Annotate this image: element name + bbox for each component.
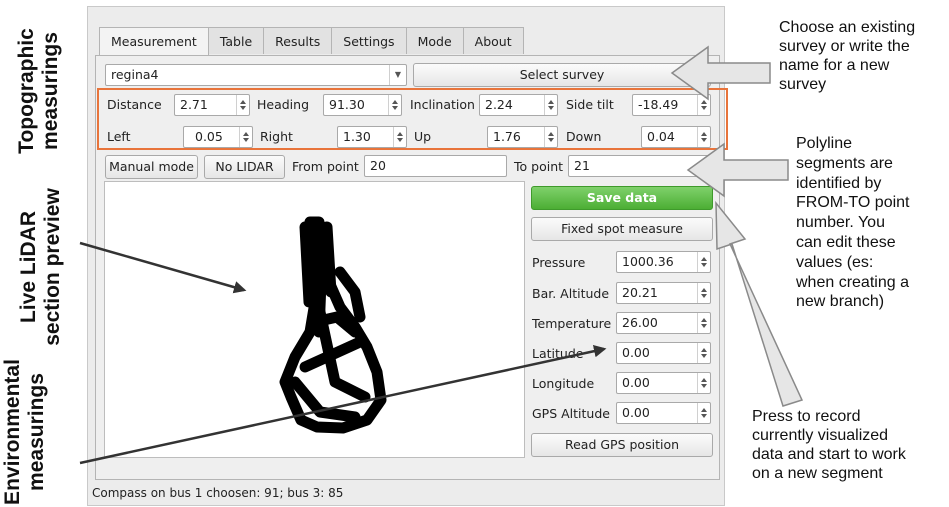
annotation-line: survey or write the [779, 38, 910, 55]
annotation-line: name for a new [779, 57, 890, 74]
tab-table[interactable]: Table [207, 27, 265, 54]
environmental-title-line2: measurings [25, 373, 48, 491]
status-bar: Compass on bus 1 choosen: 91; bus 3: 85 [92, 486, 344, 500]
annotation-line: new branch) [796, 293, 885, 311]
tab-measurement[interactable]: Measurement [99, 27, 209, 56]
latitude-label: Latitude [532, 346, 584, 361]
longitude-value: 0.00 [622, 375, 650, 390]
tab-bar: Measurement Table Results Settings Mode … [99, 27, 524, 56]
no-lidar-button[interactable]: No LIDAR [204, 155, 285, 179]
annotation-line: data and start to work [752, 446, 906, 463]
lidar-section-drawing [279, 216, 387, 434]
fixed-spot-measure-button[interactable]: Fixed spot measure [531, 217, 713, 241]
latitude-field[interactable]: 0.00 [616, 342, 711, 364]
annotation-line: can edit these [796, 233, 896, 251]
annotation-line: Polyline [796, 135, 853, 152]
tab-results[interactable]: Results [263, 27, 333, 54]
annotation-line: Press to record [752, 408, 861, 425]
annotation-line: values (es: [796, 253, 874, 271]
annotation-line: when creating a [796, 273, 909, 291]
annotation-line: Choose an existing [779, 19, 916, 36]
choose-survey-annotation: Choose an existing survey or write the n… [779, 18, 947, 94]
topographic-highlight-box [97, 88, 728, 150]
bar-altitude-value: 20.21 [622, 285, 658, 300]
topographic-title: Topographic measurings [15, 16, 65, 166]
spinner-arrows-icon[interactable] [697, 283, 710, 303]
spinner-arrows-icon[interactable] [697, 343, 710, 363]
pressure-field[interactable]: 1000.36 [616, 251, 711, 273]
gps-altitude-field[interactable]: 0.00 [616, 402, 711, 424]
annotation-line: currently visualized [752, 427, 889, 444]
longitude-label: Longitude [532, 376, 595, 391]
from-point-label: From point [292, 159, 359, 174]
read-gps-position-button[interactable]: Read GPS position [531, 433, 713, 457]
chevron-down-icon[interactable]: ▼ [389, 65, 406, 85]
temperature-field[interactable]: 26.00 [616, 312, 711, 334]
spinner-arrows-icon[interactable] [697, 313, 710, 333]
annotation-line: identified by [796, 174, 882, 192]
pressure-value: 1000.36 [622, 254, 674, 269]
select-survey-button[interactable]: Select survey [413, 63, 711, 87]
to-point-input[interactable]: 21 [568, 155, 711, 177]
polyline-annotation: Polyline segments are identified by FROM… [796, 134, 948, 312]
lidar-preview-canvas [104, 181, 525, 458]
tab-mode[interactable]: Mode [405, 27, 464, 54]
tab-about[interactable]: About [462, 27, 524, 54]
bar-altitude-field[interactable]: 20.21 [616, 282, 711, 304]
spinner-arrows-icon[interactable] [697, 403, 710, 423]
manual-mode-button[interactable]: Manual mode [105, 155, 198, 179]
topographic-title-line1: Topographic [15, 28, 38, 154]
topographic-title-line2: measurings [39, 32, 62, 150]
annotation-line: segments are [796, 154, 893, 172]
gps-altitude-value: 0.00 [622, 405, 650, 420]
environmental-title: Environmental measurings [1, 337, 51, 507]
longitude-field[interactable]: 0.00 [616, 372, 711, 394]
annotation-line: on a new segment [752, 465, 883, 482]
save-data-button[interactable]: Save data [531, 186, 713, 210]
survey-value: regina4 [111, 67, 159, 82]
latitude-value: 0.00 [622, 345, 650, 360]
from-point-input[interactable]: 20 [364, 155, 507, 177]
pressure-label: Pressure [532, 255, 586, 270]
spinner-arrows-icon[interactable] [697, 373, 710, 393]
to-point-label: To point [514, 159, 564, 174]
press-record-annotation: Press to record currently visualized dat… [752, 407, 948, 483]
survey-combo[interactable]: regina4 ▼ [105, 64, 407, 86]
annotation-line: number. You [796, 214, 885, 232]
environmental-title-line1: Environmental [1, 359, 24, 505]
tab-settings[interactable]: Settings [331, 27, 407, 54]
bar-altitude-label: Bar. Altitude [532, 286, 610, 301]
temperature-label: Temperature [532, 316, 612, 331]
temperature-value: 26.00 [622, 315, 658, 330]
gps-altitude-label: GPS Altitude [532, 406, 610, 421]
spinner-arrows-icon[interactable] [697, 252, 710, 272]
annotation-line: survey [779, 76, 827, 93]
press-record-block-arrow [715, 200, 804, 407]
annotation-line: FROM-TO point [796, 194, 910, 212]
